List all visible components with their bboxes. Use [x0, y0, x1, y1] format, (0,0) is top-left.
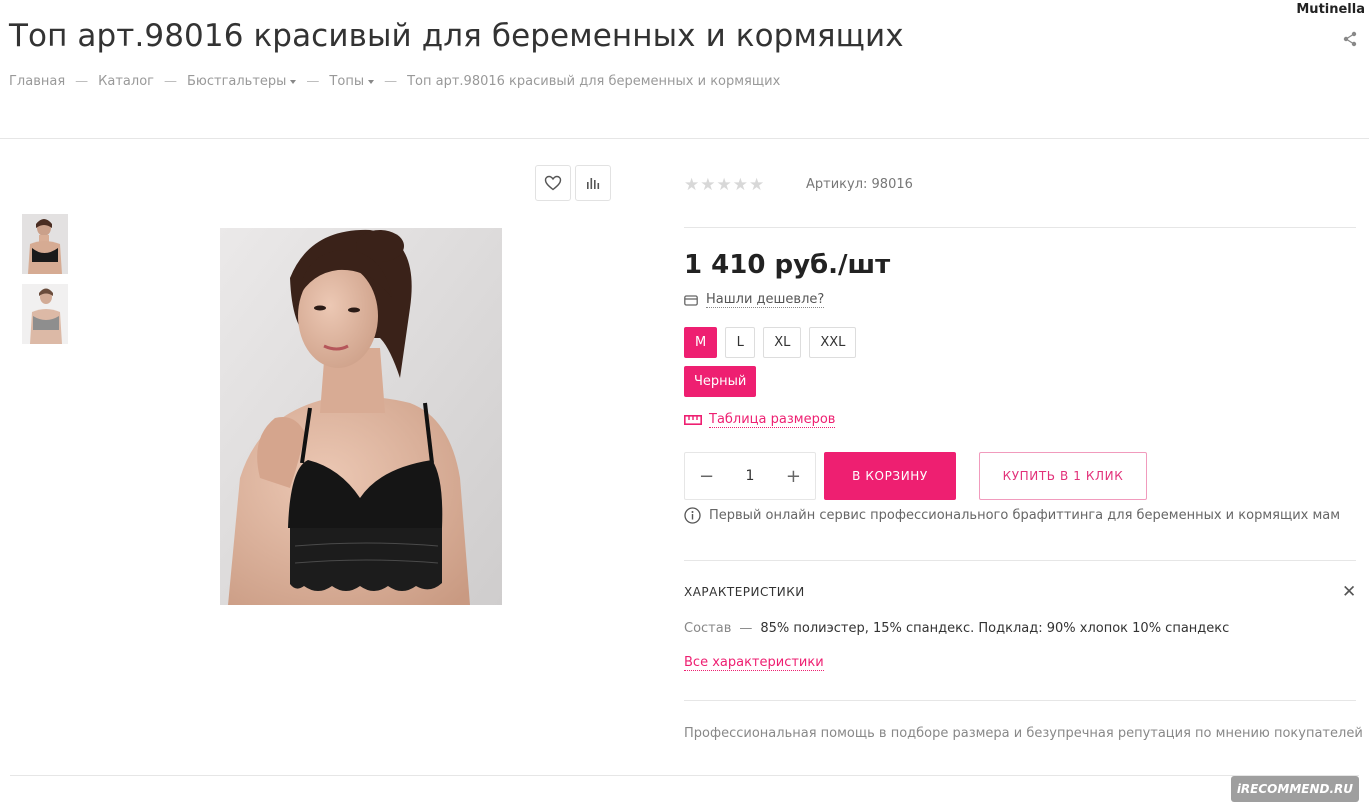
breadcrumb-item-bras[interactable]: Бюстгальтеры [187, 74, 286, 89]
buy-one-click-button[interactable]: КУПИТЬ В 1 КЛИК [979, 452, 1147, 500]
sku-label: Артикул: 98016 [806, 177, 913, 192]
product-photo [220, 228, 502, 605]
composition-separator: — [739, 621, 753, 636]
composition-key: Состав [684, 621, 732, 636]
size-selector: M L XL XXL [684, 327, 857, 358]
divider [684, 700, 1356, 701]
favorite-button[interactable] [535, 165, 571, 201]
sku-text: Артикул: 98016 [806, 177, 913, 192]
rating-stars[interactable]: ★★★★★ [684, 175, 765, 195]
size-table-link[interactable]: Таблица размеров [684, 412, 836, 428]
ruler-icon [684, 415, 702, 425]
size-table-label[interactable]: Таблица размеров [709, 412, 836, 428]
info-icon [684, 507, 701, 524]
divider [684, 560, 1356, 561]
service-info-text: Первый онлайн сервис профессионального б… [709, 508, 1341, 523]
compare-chart-icon [587, 178, 600, 189]
breadcrumb-separator: — [163, 74, 177, 89]
found-cheaper-label[interactable]: Нашли дешевле? [706, 292, 825, 308]
product-thumbnail-image [22, 214, 68, 274]
chevron-down-icon[interactable] [368, 79, 375, 84]
watermark: iRECOMMEND.RU [1230, 776, 1359, 802]
price: 1 410 руб./шт [684, 250, 891, 280]
page-title: Топ арт.98016 красивый для беременных и … [9, 18, 904, 54]
breadcrumb-item-tops[interactable]: Топы [329, 74, 364, 89]
quantity-stepper: − 1 + [684, 452, 816, 500]
product-thumbnail-1[interactable] [22, 214, 68, 274]
close-icon[interactable]: ✕ [1342, 582, 1356, 602]
chevron-down-icon[interactable] [290, 79, 297, 84]
breadcrumb-item-catalog[interactable]: Каталог [98, 74, 154, 89]
divider [684, 227, 1356, 228]
breadcrumb-separator: — [384, 74, 398, 89]
product-main-image[interactable] [220, 228, 502, 605]
composition-row: Состав — 85% полиэстер, 15% спандекс. Подк… [684, 621, 1229, 636]
add-to-cart-button[interactable]: В КОРЗИНУ [824, 452, 956, 500]
header-divider [0, 138, 1369, 139]
size-option-xxl[interactable]: XXL [809, 327, 857, 358]
help-text: Профессиональная помощь в подборе размер… [684, 726, 1363, 741]
breadcrumb: Главная — Каталог — Бюстгальтеры — Топы … [9, 74, 780, 89]
quantity-value[interactable]: 1 [746, 468, 755, 484]
share-icon[interactable] [1341, 30, 1359, 48]
breadcrumb-item-home[interactable]: Главная [9, 74, 65, 89]
breadcrumb-item-tops-wrapper[interactable]: Топы [329, 74, 375, 89]
breadcrumb-item-current: Топ арт.98016 красивый для беременных и … [407, 74, 781, 89]
all-characteristics-link[interactable]: Все характеристики [684, 655, 824, 671]
service-info: Первый онлайн сервис профессионального б… [684, 507, 1340, 524]
breadcrumb-separator: — [306, 74, 320, 89]
product-thumbnail-2[interactable] [22, 284, 68, 344]
composition-value: 85% полиэстер, 15% спандекс. Подклад: 90… [760, 621, 1230, 636]
product-thumbnail-image [22, 284, 68, 344]
breadcrumb-separator: — [75, 74, 89, 89]
heart-icon [544, 175, 562, 191]
breadcrumb-item-bras-wrapper[interactable]: Бюстгальтеры [187, 74, 297, 89]
compare-button[interactable] [575, 165, 611, 201]
characteristics-title[interactable]: ХАРАКТЕРИСТИКИ [684, 585, 805, 599]
wallet-icon [684, 295, 698, 306]
footer-divider [10, 775, 1359, 776]
quantity-increase-button[interactable]: + [786, 466, 801, 487]
color-option-black[interactable]: Черный [684, 366, 757, 397]
found-cheaper-link[interactable]: Нашли дешевле? [684, 292, 825, 308]
username[interactable]: Mutinella [1296, 2, 1365, 17]
size-option-m[interactable]: M [684, 327, 718, 358]
size-option-l[interactable]: L [725, 327, 756, 358]
size-option-xl[interactable]: XL [763, 327, 802, 358]
quantity-decrease-button[interactable]: − [699, 466, 714, 487]
